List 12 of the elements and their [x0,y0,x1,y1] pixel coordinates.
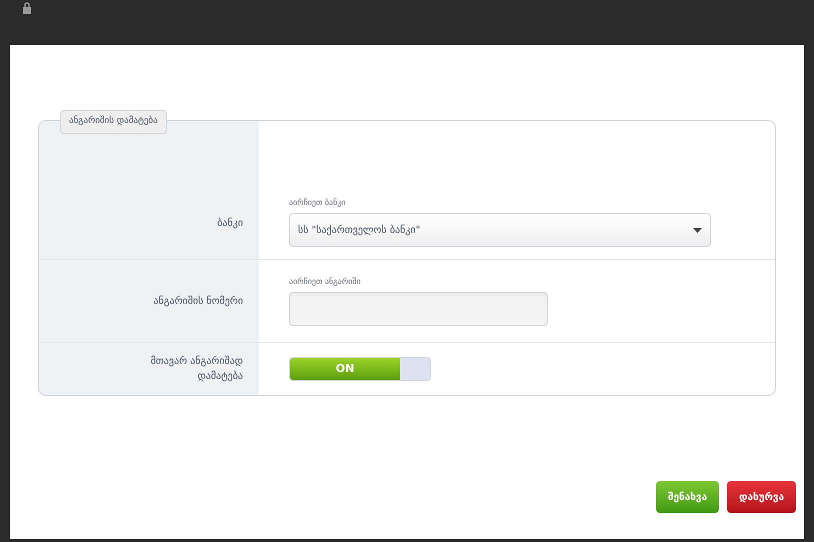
caret-icon [693,228,702,232]
field-label: მთავარ ანგარიშად დამატება [150,354,243,384]
lock-icon [22,2,32,14]
fieldset-legend: ანგარიშის დამატება [60,110,167,134]
bank-select[interactable]: სს "საქართველოს ბანკი" [289,213,711,247]
input-field[interactable] [289,292,548,326]
close-button[interactable]: დახურვა [727,481,796,513]
field-label: ბანკი [216,216,243,231]
field-hint: აირჩიეთ ბანკი [289,197,347,209]
save-button[interactable]: შენახვა [656,481,720,513]
field-label: ანგარიშის ნომერი [152,294,243,308]
field-hint: აირჩიეთ ანგარიში [289,276,362,288]
